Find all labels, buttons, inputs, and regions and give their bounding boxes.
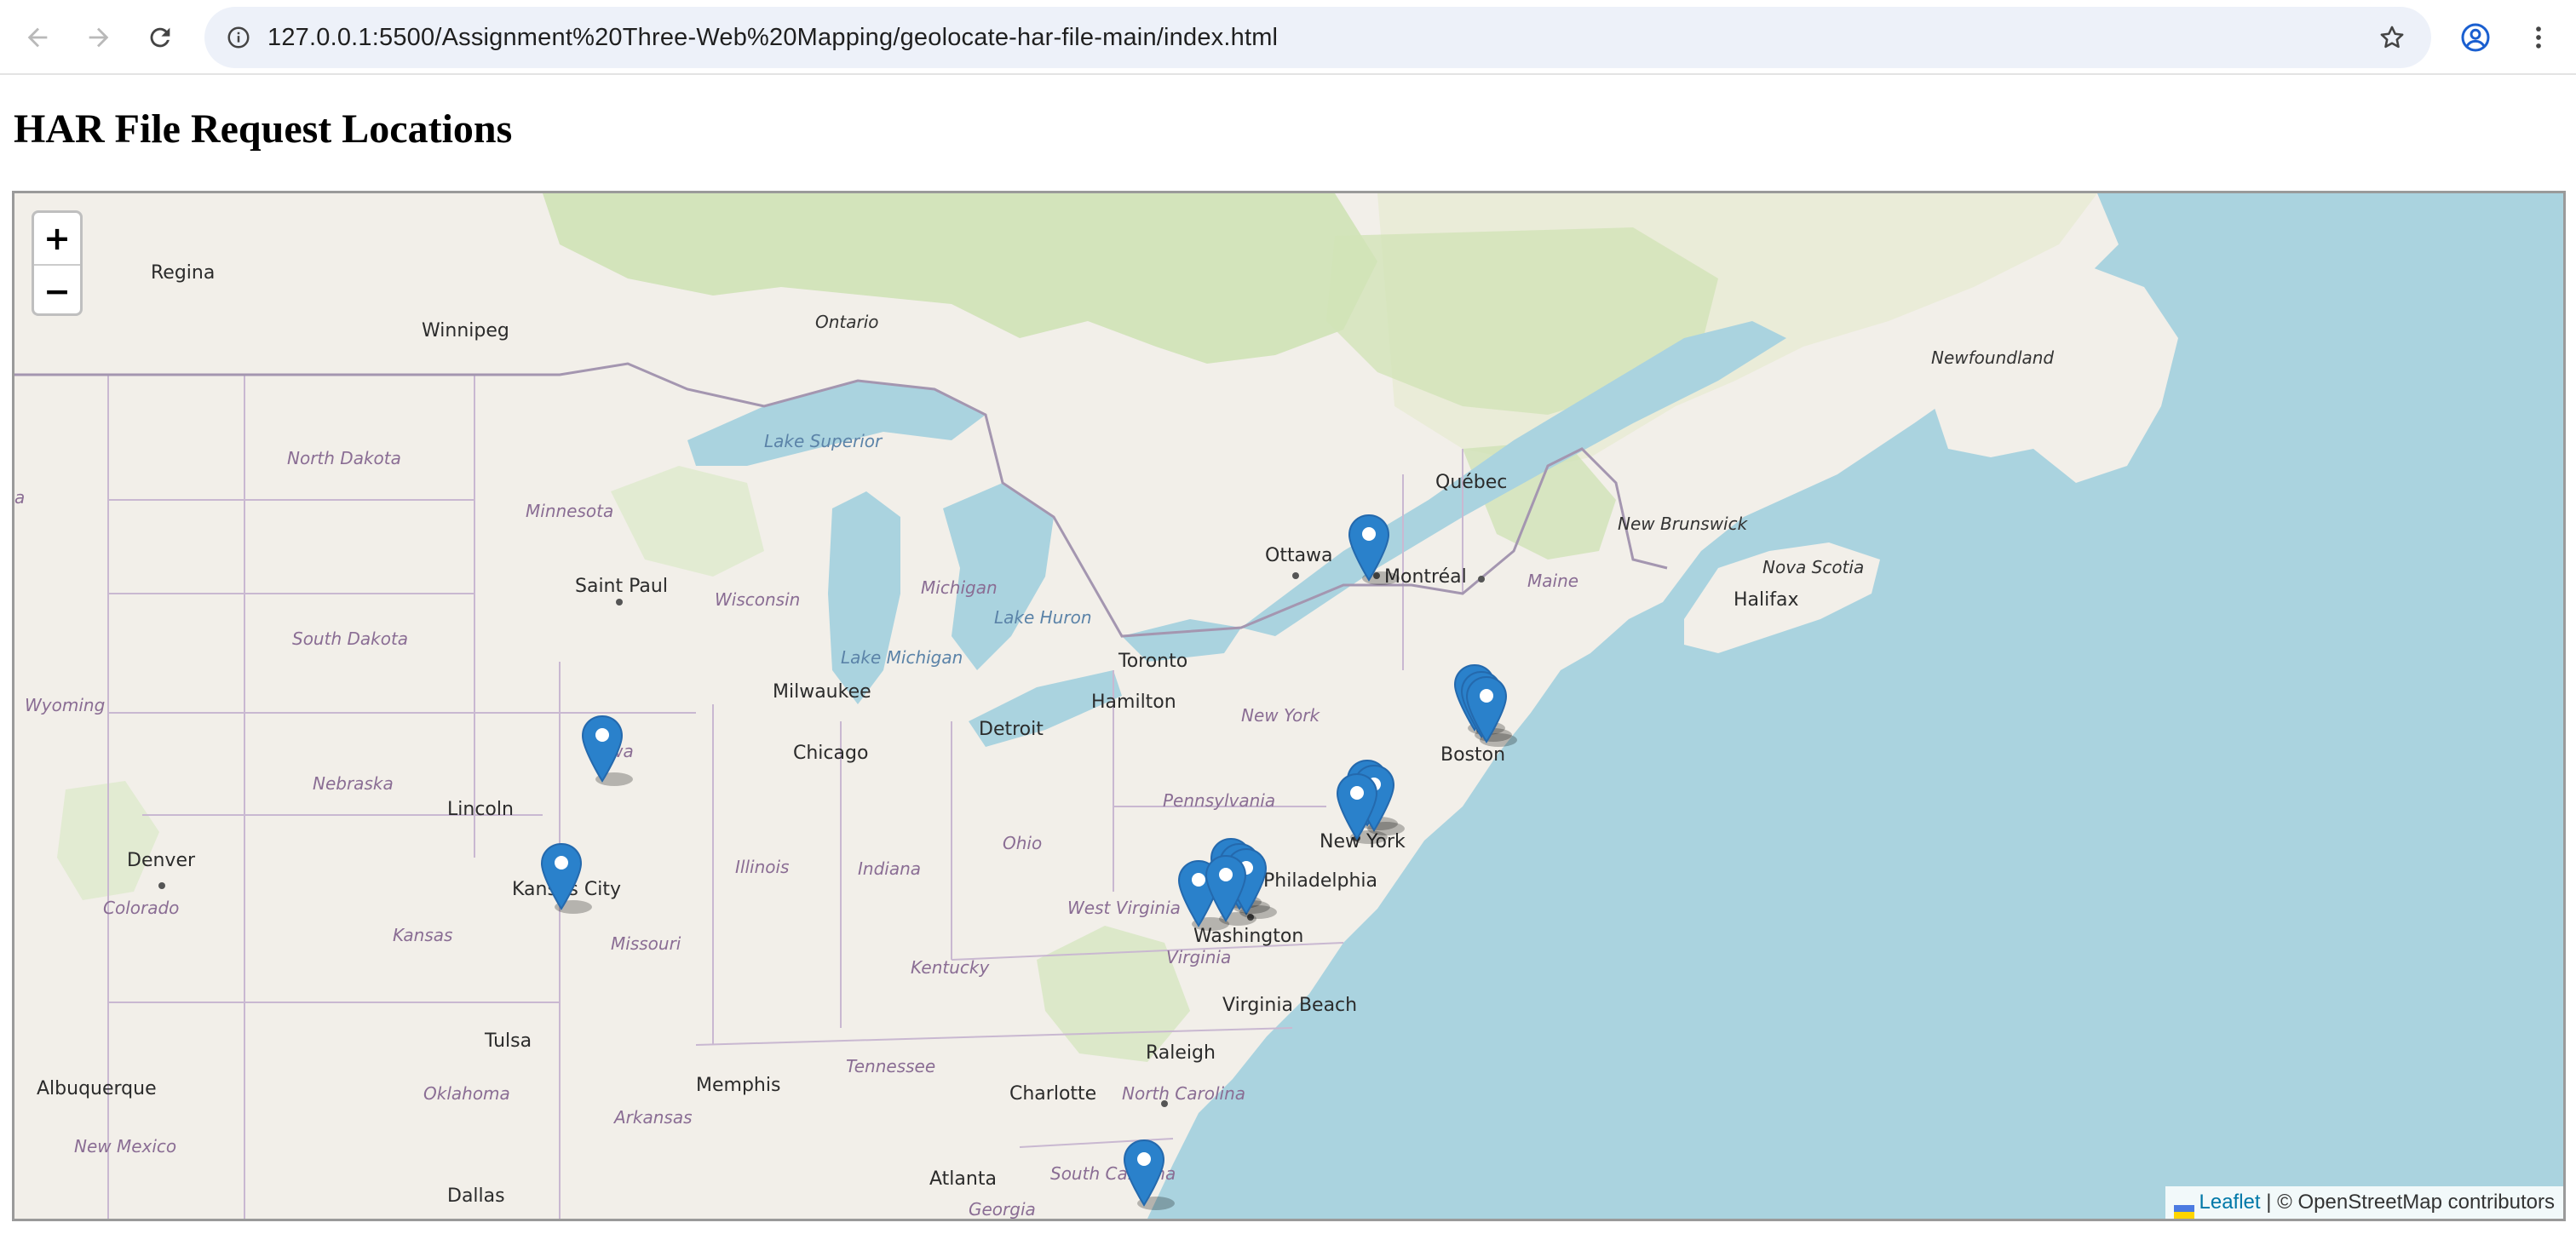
profile-button[interactable] [2455,17,2496,58]
reload-button[interactable] [140,17,181,58]
arrow-left-icon [27,27,48,48]
label-edge-a: a [14,487,25,508]
label-hamilton: Hamilton [1091,692,1176,713]
label-winnipeg: Winnipeg [422,320,509,342]
label-north-carolina: North Carolina [1122,1083,1245,1104]
address-bar[interactable]: 127.0.0.1:5500/Assignment%20Three-Web%20… [204,7,2431,68]
map-marker[interactable] [1464,675,1517,747]
label-lincoln: Lincoln [447,799,514,820]
arrow-right-icon [89,27,109,48]
label-albuquerque: Albuquerque [37,1078,157,1099]
map-pin-icon [1348,514,1400,585]
site-info-button[interactable] [218,17,259,58]
label-north-dakota: North Dakota [287,448,401,468]
label-nova-scotia: Nova Scotia [1762,557,1864,577]
label-lake-michigan: Lake Michigan [841,647,963,668]
label-regina: Regina [151,262,215,284]
label-missouri: Missouri [611,933,681,954]
label-milwaukee: Milwaukee [773,681,871,703]
attribution-text: © OpenStreetMap contributors [2277,1191,2555,1214]
star-icon [2380,26,2404,49]
label-maine: Maine [1527,571,1578,591]
label-arkansas: Arkansas [612,1107,693,1128]
label-south-dakota: South Dakota [292,628,408,649]
map-pin-icon [540,842,592,914]
label-kansas: Kansas [393,925,452,945]
page-title: HAR File Request Locations [14,106,513,152]
label-new-brunswick: New Brunswick [1618,514,1749,534]
label-oklahoma: Oklahoma [423,1083,510,1104]
label-halifax: Halifax [1734,589,1799,611]
label-saint-paul: Saint Paul [575,576,668,597]
map-marker[interactable] [580,715,633,786]
label-detroit: Detroit [979,719,1044,740]
label-quebec: Québec [1435,472,1507,493]
label-atlanta: Atlanta [929,1168,997,1190]
browser-menu-button[interactable] [2518,17,2559,58]
label-lake-huron: Lake Huron [994,607,1092,628]
label-wyoming: Wyoming [25,695,105,715]
label-chicago: Chicago [793,743,868,764]
map-marker[interactable] [1204,854,1256,926]
label-minnesota: Minnesota [526,501,613,521]
label-kentucky: Kentucky [911,957,990,978]
label-illinois: Illinois [735,857,789,877]
label-pennsylvania: Pennsylvania [1163,790,1275,811]
map-attribution: Leaflet | © OpenStreetMap contributors [2165,1186,2563,1219]
leaflet-map[interactable]: Lake Superior Lake Huron Lake Michigan O… [12,191,2566,1221]
label-dallas: Dallas [447,1185,505,1207]
map-pin-icon [1465,675,1517,747]
map-pin-icon [1123,1139,1175,1210]
label-lake-superior: Lake Superior [764,431,883,451]
label-tulsa: Tulsa [484,1030,532,1052]
label-denver: Denver [127,850,196,871]
attribution-separator: | [2266,1191,2272,1214]
label-georgia: Georgia [969,1199,1036,1219]
label-tennessee: Tennessee [846,1056,935,1076]
label-ottawa: Ottawa [1265,545,1333,566]
label-ontario: Ontario [815,312,879,332]
zoom-control: + − [32,210,83,316]
url-text[interactable]: 127.0.0.1:5500/Assignment%20Three-Web%20… [267,7,1278,68]
label-michigan: Michigan [921,577,998,598]
kebab-menu-icon [2536,26,2541,49]
map-marker[interactable] [1347,514,1400,585]
label-toronto: Toronto [1118,651,1187,672]
label-new-mexico: New Mexico [74,1136,176,1157]
zoom-out-button[interactable]: − [34,266,80,313]
leaflet-link[interactable]: Leaflet [2199,1191,2261,1214]
label-new-york-state: New York [1241,705,1320,726]
map-pin-icon [581,715,633,786]
map-marker[interactable] [1122,1139,1175,1210]
map-marker[interactable] [539,842,592,914]
label-raleigh: Raleigh [1146,1042,1216,1064]
label-newfoundland: Newfoundland [1931,347,2054,368]
ukraine-flag-icon [2173,1197,2194,1219]
forward-button[interactable] [78,17,119,58]
map-tiles[interactable]: Lake Superior Lake Huron Lake Michigan O… [14,193,2563,1219]
label-virginia: Virginia [1166,947,1231,967]
account-circle-icon [2461,23,2490,52]
browser-toolbar: 127.0.0.1:5500/Assignment%20Three-Web%20… [0,0,2576,75]
label-indiana: Indiana [858,858,921,879]
label-west-virginia: West Virginia [1067,898,1181,918]
info-circle-icon [227,26,250,49]
reload-icon [150,27,170,48]
zoom-in-button[interactable]: + [34,213,80,266]
label-nebraska: Nebraska [313,773,394,794]
back-button[interactable] [17,17,58,58]
label-philadelphia: Philadelphia [1263,870,1377,892]
map-marker[interactable] [1335,772,1388,844]
label-colorado: Colorado [103,898,179,918]
label-boston: Boston [1440,744,1505,766]
label-wisconsin: Wisconsin [715,589,800,610]
label-virginia-beach: Virginia Beach [1222,995,1357,1016]
map-pin-icon [1205,854,1256,926]
bookmark-button[interactable] [2372,17,2412,58]
map-pin-icon [1336,772,1388,844]
label-memphis: Memphis [696,1075,780,1096]
label-charlotte: Charlotte [1009,1083,1096,1105]
label-ohio: Ohio [1003,833,1042,853]
